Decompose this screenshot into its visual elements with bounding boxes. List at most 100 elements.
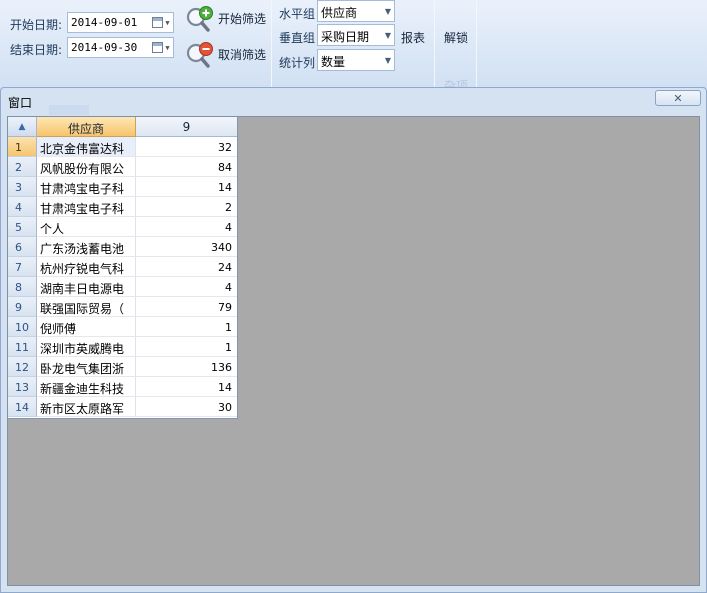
stat-column-select[interactable]: 数量 ▼ xyxy=(317,49,395,71)
row-number[interactable]: 13 xyxy=(8,377,37,397)
value-cell[interactable]: 2 xyxy=(136,197,237,217)
row-number[interactable]: 1 xyxy=(8,137,37,157)
search-remove-icon xyxy=(186,42,213,68)
chevron-down-icon: ▼ xyxy=(384,56,391,65)
value-cell[interactable]: 136 xyxy=(136,357,237,377)
value-cell[interactable]: 1 xyxy=(136,337,237,357)
horizontal-group-value: 供应商 xyxy=(321,6,358,20)
table-row[interactable]: 13 新疆金迪生科技 14 xyxy=(8,377,237,397)
window-title: 窗口 xyxy=(8,96,33,110)
value-cell[interactable]: 84 xyxy=(136,157,237,177)
row-number[interactable]: 10 xyxy=(8,317,37,337)
value-cell[interactable]: 4 xyxy=(136,217,237,237)
window-tab-ghost xyxy=(49,105,89,115)
row-number[interactable]: 12 xyxy=(8,357,37,377)
value-cell[interactable]: 14 xyxy=(136,377,237,397)
supplier-cell[interactable]: 北京金伟富达科 xyxy=(37,137,136,157)
row-number[interactable]: 4 xyxy=(8,197,37,217)
supplier-cell[interactable]: 杭州疗锐电气科 xyxy=(37,257,136,277)
supplier-cell[interactable]: 风帆股份有限公 xyxy=(37,157,136,177)
value-cell[interactable]: 79 xyxy=(136,297,237,317)
table-row[interactable]: 9 联强国际贸易（ 79 xyxy=(8,297,237,317)
supplier-cell[interactable]: 卧龙电气集团浙 xyxy=(37,357,136,377)
supplier-cell[interactable]: 湖南丰日电源电 xyxy=(37,277,136,297)
table-row[interactable]: 4 甘肃鸿宝电子科 2 xyxy=(8,197,237,217)
horizontal-group-select[interactable]: 供应商 ▼ xyxy=(317,0,395,22)
table-row[interactable]: 5 个人 4 xyxy=(8,217,237,237)
row-number[interactable]: 6 xyxy=(8,237,37,257)
row-number[interactable]: 2 xyxy=(8,157,37,177)
window-client-area: ▲ 供应商 9 1 北京金伟富达科 32 2 风帆股份有限公 84 3 甘肃鸿宝电子科 14 4 甘… xyxy=(7,116,700,586)
start-date-field[interactable]: 2014-09-01 ▼ xyxy=(67,12,174,33)
supplier-cell[interactable]: 广东汤浅蓄电池 xyxy=(37,237,136,257)
supplier-cell[interactable]: 个人 xyxy=(37,217,136,237)
supplier-cell[interactable]: 联强国际贸易（ xyxy=(37,297,136,317)
row-number[interactable]: 5 xyxy=(8,217,37,237)
vertical-group-select[interactable]: 采购日期 ▼ xyxy=(317,24,395,46)
value-cell[interactable]: 1 xyxy=(136,317,237,337)
pivot-grid[interactable]: ▲ 供应商 9 1 北京金伟富达科 32 2 风帆股份有限公 84 3 甘肃鸿宝电子科 14 4 甘… xyxy=(8,117,238,419)
supplier-cell[interactable]: 甘肃鸿宝电子科 xyxy=(37,197,136,217)
ribbon: 开始日期: 2014-09-01 ▼ 结束日期: 2014-09-30 ▼ 开始… xyxy=(0,0,707,95)
search-add-icon xyxy=(186,6,213,32)
close-button[interactable]: ✕ xyxy=(655,90,701,106)
table-row[interactable]: 11 深圳市英威腾电 1 xyxy=(8,337,237,357)
unlock-button[interactable]: 解锁 xyxy=(444,29,468,46)
row-number[interactable]: 9 xyxy=(8,297,37,317)
grid-header-row: ▲ 供应商 9 xyxy=(8,117,237,137)
value-cell[interactable]: 340 xyxy=(136,237,237,257)
supplier-cell[interactable]: 新疆金迪生科技 xyxy=(37,377,136,397)
supplier-cell[interactable]: 深圳市英威腾电 xyxy=(37,337,136,357)
table-row[interactable]: 10 倪师傅 1 xyxy=(8,317,237,337)
table-row[interactable]: 8 湖南丰日电源电 4 xyxy=(8,277,237,297)
vertical-group-label: 垂直组 xyxy=(279,31,316,45)
child-window: 窗口 ✕ ▲ 供应商 9 1 北京金伟富达科 32 2 风帆股份有限公 84 3 甘肃鸿宝电子… xyxy=(0,87,707,593)
end-date-label: 结束日期: xyxy=(10,43,63,57)
horizontal-group-label: 水平组 xyxy=(279,7,316,21)
start-date-value: 2014-09-01 xyxy=(71,16,138,29)
value-cell[interactable]: 30 xyxy=(136,397,237,417)
stat-column-label: 统计列 xyxy=(279,56,316,70)
value-cell[interactable]: 14 xyxy=(136,177,237,197)
table-row[interactable]: 14 新市区太原路军 30 xyxy=(8,397,237,417)
calendar-icon xyxy=(152,17,164,28)
stat-column-value: 数量 xyxy=(321,55,346,69)
column-header-9[interactable]: 9 xyxy=(136,117,237,137)
cancel-filter-label: 取消筛选 xyxy=(218,47,267,62)
close-icon: ✕ xyxy=(673,91,683,105)
table-row[interactable]: 6 广东汤浅蓄电池 340 xyxy=(8,237,237,257)
end-date-value: 2014-09-30 xyxy=(71,41,138,54)
table-row[interactable]: 2 风帆股份有限公 84 xyxy=(8,157,237,177)
supplier-cell[interactable]: 甘肃鸿宝电子科 xyxy=(37,177,136,197)
ribbon-separator xyxy=(434,0,435,90)
supplier-cell[interactable]: 倪师傅 xyxy=(37,317,136,337)
calendar-icon xyxy=(152,42,164,53)
table-settings-icon: ▲ xyxy=(18,121,26,132)
start-filter-label: 开始筛选 xyxy=(218,11,267,26)
table-row[interactable]: 12 卧龙电气集团浙 136 xyxy=(8,357,237,377)
table-row[interactable]: 3 甘肃鸿宝电子科 14 xyxy=(8,177,237,197)
value-cell[interactable]: 32 xyxy=(136,137,237,157)
row-number[interactable]: 7 xyxy=(8,257,37,277)
cancel-filter-button[interactable]: 取消筛选 xyxy=(184,40,266,68)
report-button[interactable]: 报表 xyxy=(401,29,425,46)
row-number[interactable]: 3 xyxy=(8,177,37,197)
ribbon-separator xyxy=(476,0,477,90)
end-date-calendar-button[interactable]: ▼ xyxy=(151,40,171,55)
start-filter-button[interactable]: 开始筛选 xyxy=(184,4,266,32)
table-row[interactable]: 1 北京金伟富达科 32 xyxy=(8,137,237,157)
chevron-down-icon: ▼ xyxy=(384,31,391,40)
column-header-supplier[interactable]: 供应商 xyxy=(37,117,136,137)
row-number[interactable]: 8 xyxy=(8,277,37,297)
value-cell[interactable]: 4 xyxy=(136,277,237,297)
row-number[interactable]: 14 xyxy=(8,397,37,417)
value-cell[interactable]: 24 xyxy=(136,257,237,277)
grid-corner[interactable]: ▲ xyxy=(8,117,37,137)
row-number[interactable]: 11 xyxy=(8,337,37,357)
supplier-cell[interactable]: 新市区太原路军 xyxy=(37,397,136,417)
start-date-label: 开始日期: xyxy=(10,18,63,32)
chevron-down-icon: ▼ xyxy=(165,43,170,52)
end-date-field[interactable]: 2014-09-30 ▼ xyxy=(67,37,174,58)
table-row[interactable]: 7 杭州疗锐电气科 24 xyxy=(8,257,237,277)
start-date-calendar-button[interactable]: ▼ xyxy=(151,15,171,30)
